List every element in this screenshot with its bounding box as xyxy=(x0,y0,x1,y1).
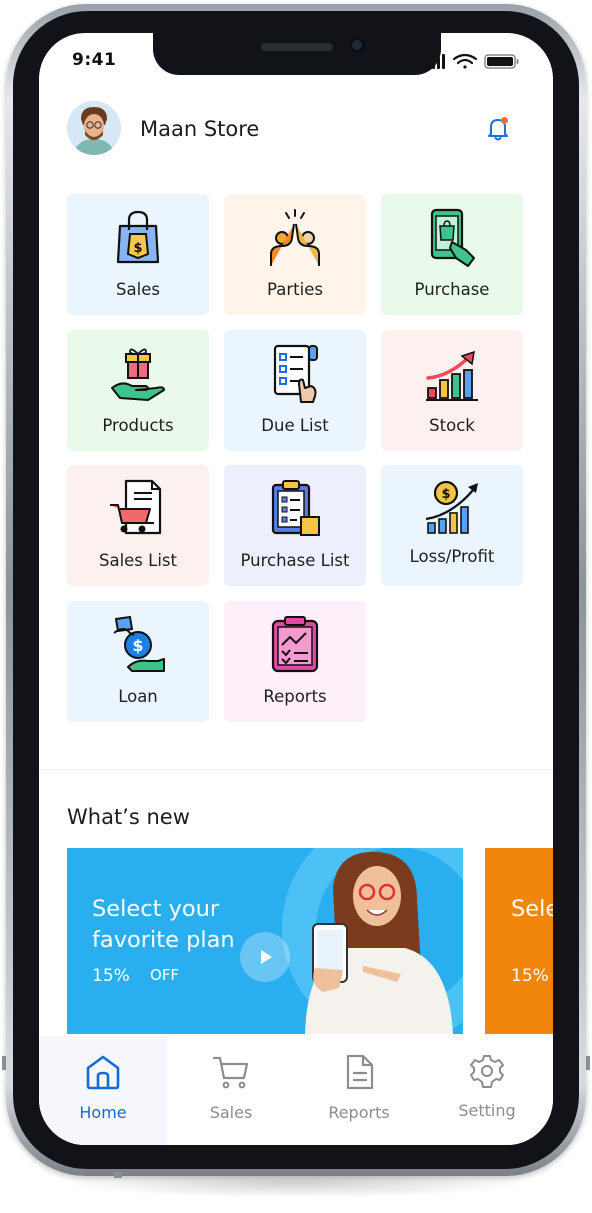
status-time: 9:41 xyxy=(72,50,117,70)
menu-tile-loan[interactable]: $ Loan xyxy=(67,601,209,722)
battery-icon xyxy=(484,54,519,69)
banner-off-label: OFF xyxy=(150,966,180,984)
promo-banner[interactable]: Select your favorite plan 15% OFF xyxy=(67,848,463,1034)
whats-new-title: What’s new xyxy=(67,805,190,829)
svg-text:$: $ xyxy=(133,241,142,256)
bottom-button xyxy=(114,1172,122,1178)
nav-setting[interactable]: Setting xyxy=(423,1036,551,1145)
menu-tile-purchase[interactable]: Purchase xyxy=(381,194,523,315)
nav-sales[interactable]: Sales xyxy=(167,1036,295,1145)
header: Maan Store xyxy=(39,99,553,159)
nav-label: Sales xyxy=(209,1103,253,1122)
play-icon xyxy=(261,950,272,964)
menu-tile-label: Purchase List xyxy=(240,551,350,570)
menu-tile-stock[interactable]: Stock xyxy=(381,330,523,451)
signal-icon xyxy=(427,54,445,69)
avatar-person-icon xyxy=(67,101,121,155)
nav-home[interactable]: Home xyxy=(39,1036,167,1145)
status-icons xyxy=(427,53,519,69)
menu-tile-parties[interactable]: Parties xyxy=(224,194,366,315)
high-five-icon xyxy=(270,209,320,266)
front-camera xyxy=(349,37,365,53)
side-button xyxy=(2,1056,6,1070)
nav-label: Setting xyxy=(458,1101,516,1120)
cart-invoice-icon xyxy=(110,479,162,535)
money-bag-hand-icon: $ xyxy=(113,615,165,672)
banner-headline: Select your favorite plan xyxy=(511,896,553,922)
play-button[interactable] xyxy=(240,932,290,982)
menu-tile-products[interactable]: Products xyxy=(67,330,209,451)
mobile-purchase-icon xyxy=(430,208,475,267)
promo-banner-next[interactable]: Select your favorite plan 15% xyxy=(485,848,553,1034)
menu-tile-label: Products xyxy=(102,416,174,435)
menu-grid: $ Sales Parties Purchase Products Due Li… xyxy=(67,194,527,722)
menu-tile-purchase-list[interactable]: Purchase List xyxy=(224,465,366,586)
woman-with-phone-image xyxy=(305,851,453,1034)
menu-tile-label: Sales xyxy=(116,280,160,299)
menu-tile-label: Loan xyxy=(118,687,158,706)
banner-discount: 15% xyxy=(511,966,549,986)
menu-tile-label: Loss/Profit xyxy=(409,547,495,566)
bar-chart-arrow-icon xyxy=(426,350,478,401)
document-icon xyxy=(346,1054,374,1090)
cart-icon xyxy=(213,1056,249,1089)
shopping-bag-icon: $ xyxy=(116,210,160,264)
clipboard-box-icon xyxy=(271,480,320,536)
nav-reports[interactable]: Reports xyxy=(295,1036,423,1145)
bottom-navbar: Home Sales Reports Setting xyxy=(39,1036,553,1145)
bell-icon[interactable] xyxy=(484,115,512,143)
report-clipboard-icon xyxy=(271,616,319,673)
menu-tile-label: Reports xyxy=(263,687,327,706)
menu-tile-label: Sales List xyxy=(98,551,177,570)
wifi-icon xyxy=(452,53,478,69)
home-icon xyxy=(86,1055,120,1090)
side-button xyxy=(586,1056,590,1070)
gear-icon xyxy=(470,1055,504,1088)
app-screen: 9:41 Maan Store $ Sales Parties Purchase… xyxy=(39,33,553,1145)
gift-hand-icon xyxy=(111,348,165,401)
menu-tile-sales[interactable]: $ Sales xyxy=(67,194,209,315)
menu-tile-loss-profit[interactable]: $ Loss/Profit xyxy=(381,465,523,586)
speaker xyxy=(261,43,333,51)
avatar[interactable] xyxy=(67,101,121,155)
menu-tile-label: Parties xyxy=(267,280,323,299)
notch xyxy=(153,33,441,75)
menu-tile-label: Stock xyxy=(429,416,475,435)
menu-tile-due-list[interactable]: Due List xyxy=(224,330,366,451)
svg-text:$: $ xyxy=(132,636,143,655)
nav-label: Home xyxy=(79,1103,127,1122)
store-name: Maan Store xyxy=(140,117,260,141)
menu-tile-reports[interactable]: Reports xyxy=(224,601,366,722)
coin-growth-icon: $ xyxy=(425,480,478,534)
checklist-icon xyxy=(273,344,318,403)
section-divider xyxy=(39,769,553,770)
svg-text:$: $ xyxy=(441,487,450,502)
nav-label: Reports xyxy=(328,1103,390,1122)
menu-tile-sales-list[interactable]: Sales List xyxy=(67,465,209,586)
menu-tile-label: Due List xyxy=(261,416,329,435)
banner-discount: 15% xyxy=(92,966,130,986)
menu-tile-label: Purchase xyxy=(414,280,490,299)
